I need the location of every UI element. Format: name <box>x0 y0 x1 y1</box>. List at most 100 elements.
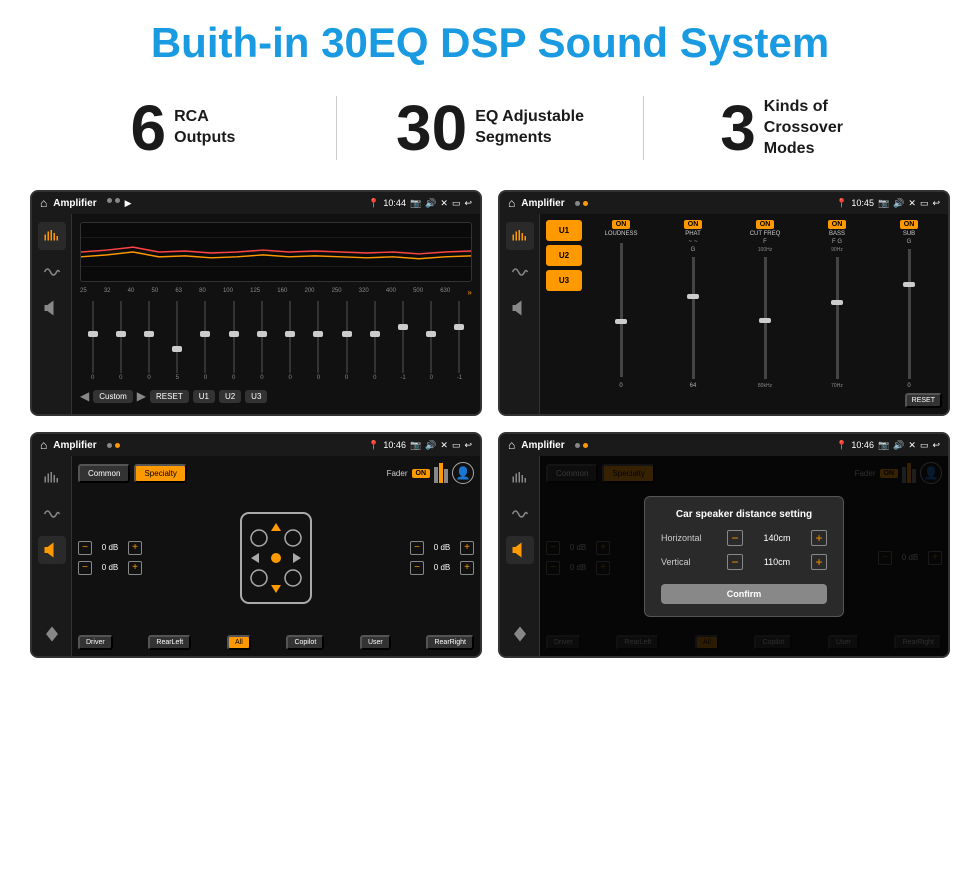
slider-bass[interactable] <box>836 257 839 379</box>
dot-8 <box>583 443 588 448</box>
eq-slider-4[interactable]: 0 <box>193 301 218 381</box>
vertical-plus[interactable]: + <box>811 554 827 570</box>
db-minus-4[interactable]: − <box>410 561 424 575</box>
freq-100: 100 <box>223 288 233 297</box>
u2-btn-1[interactable]: U2 <box>219 390 241 403</box>
arrows-icon-4[interactable] <box>506 620 534 648</box>
dialog-title: Car speaker distance setting <box>661 509 827 520</box>
db-minus-1[interactable]: − <box>78 541 92 555</box>
custom-btn[interactable]: Custom <box>93 390 133 403</box>
dot-7 <box>575 443 580 448</box>
eq-slider-8[interactable]: 0 <box>306 301 331 381</box>
rearleft-btn[interactable]: RearLeft <box>148 635 191 650</box>
reset-btn-2[interactable]: RESET <box>905 393 942 408</box>
freq-63: 63 <box>175 288 182 297</box>
eq-slider-6[interactable]: 0 <box>249 301 274 381</box>
wave-icon-4[interactable] <box>506 500 534 528</box>
eq-icon-2[interactable] <box>506 222 534 250</box>
horizontal-plus[interactable]: + <box>811 530 827 546</box>
db-plus-2[interactable]: + <box>128 561 142 575</box>
status-dots-2 <box>575 201 588 206</box>
horizontal-minus[interactable]: − <box>727 530 743 546</box>
u1-btn-1[interactable]: U1 <box>193 390 215 403</box>
rearright-btn[interactable]: RearRight <box>426 635 474 650</box>
dialog-row-vertical: Vertical − 110cm + <box>661 554 827 570</box>
eq-icon-3[interactable] <box>38 464 66 492</box>
speaker-icon-4[interactable] <box>506 536 534 564</box>
eq-slider-9[interactable]: 0 <box>334 301 359 381</box>
freq-25: 25 <box>80 288 87 297</box>
vertical-minus[interactable]: − <box>727 554 743 570</box>
val-2: 0 <box>147 375 150 381</box>
db-left: − 0 dB + − 0 dB + <box>78 488 142 627</box>
db-plus-3[interactable]: + <box>460 541 474 555</box>
stat-eq: 30 EQ AdjustableSegments <box>337 96 644 160</box>
slider-cutfreq[interactable] <box>764 257 767 379</box>
wave-icon[interactable] <box>38 258 66 286</box>
x-icon-1: ✕ <box>440 198 448 209</box>
eq-slider-1[interactable]: 0 <box>108 301 133 381</box>
fader-panel: Common Specialty Fader ON 👤 <box>72 456 480 656</box>
val-11: -1 <box>400 375 405 381</box>
u3-preset[interactable]: U3 <box>546 270 582 291</box>
specialty-btn[interactable]: Specialty <box>134 464 186 483</box>
thumb-0 <box>88 331 98 337</box>
eq-slider-0[interactable]: 0 <box>80 301 105 381</box>
cam-icon-2: 📷 <box>878 198 889 209</box>
car-diagram <box>148 488 404 627</box>
slider-sub[interactable] <box>908 249 911 379</box>
prev-icon[interactable]: ◀ <box>80 389 89 403</box>
freq-50: 50 <box>151 288 158 297</box>
speaker-icon-3[interactable] <box>38 536 66 564</box>
copilot-btn[interactable]: Copilot <box>286 635 324 650</box>
eq-icon-4[interactable] <box>506 464 534 492</box>
speaker-icon[interactable] <box>38 294 66 322</box>
u1-preset[interactable]: U1 <box>546 220 582 241</box>
u3-btn-1[interactable]: U3 <box>245 390 267 403</box>
db-minus-2[interactable]: − <box>78 561 92 575</box>
col-phat: ON PHAT ~~ G 64 <box>660 220 726 389</box>
profile-icon[interactable]: 👤 <box>452 462 474 484</box>
eq-slider-7[interactable]: 0 <box>278 301 303 381</box>
eq-slider-3[interactable]: 5 <box>165 301 190 381</box>
eq-slider-13[interactable]: -1 <box>447 301 472 381</box>
eq-slider-11[interactable]: -1 <box>390 301 415 381</box>
freq-400: 400 <box>386 288 396 297</box>
confirm-button[interactable]: Confirm <box>661 584 827 604</box>
statusbar-3: ⌂ Amplifier 📍 10:46 📷 🔊 ✕ ▭ ↩ <box>32 434 480 456</box>
common-btn[interactable]: Common <box>78 464 130 483</box>
wave-icon-2[interactable] <box>506 258 534 286</box>
reset-btn-1[interactable]: RESET <box>150 390 189 403</box>
db-right: − 0 dB + − 0 dB + <box>410 488 474 627</box>
label-sub: SUB <box>903 231 915 237</box>
u2-preset[interactable]: U2 <box>546 245 582 266</box>
eq-icon[interactable] <box>38 222 66 250</box>
wave-icon-3[interactable] <box>38 500 66 528</box>
fader-on[interactable]: ON <box>412 469 431 478</box>
eq-slider-5[interactable]: 0 <box>221 301 246 381</box>
db-minus-3[interactable]: − <box>410 541 424 555</box>
all-btn[interactable]: All <box>227 635 251 650</box>
track-12 <box>430 301 432 373</box>
db-plus-4[interactable]: + <box>460 561 474 575</box>
arrows-icon-3[interactable] <box>38 620 66 648</box>
eq-slider-12[interactable]: 0 <box>419 301 444 381</box>
freq-125: 125 <box>250 288 260 297</box>
speaker-icon-2[interactable] <box>506 294 534 322</box>
thumb-10 <box>370 331 380 337</box>
thumb-sub <box>903 282 915 287</box>
vertical-val: 110cm <box>749 557 805 567</box>
next-icon[interactable]: ▶ <box>137 389 146 403</box>
status-right-3: 📍 10:46 📷 🔊 ✕ ▭ ↩ <box>368 440 472 451</box>
db-plus-1[interactable]: + <box>128 541 142 555</box>
slider-loudness[interactable] <box>620 243 623 377</box>
val-8: 0 <box>317 375 320 381</box>
user-btn[interactable]: User <box>360 635 391 650</box>
on-bass: ON <box>828 220 847 229</box>
driver-btn[interactable]: Driver <box>78 635 113 650</box>
eq-slider-10[interactable]: 0 <box>362 301 387 381</box>
rect-icon-4: ▭ <box>920 440 929 451</box>
slider-phat[interactable] <box>692 257 695 379</box>
val-9: 0 <box>345 375 348 381</box>
eq-slider-2[interactable]: 0 <box>136 301 161 381</box>
